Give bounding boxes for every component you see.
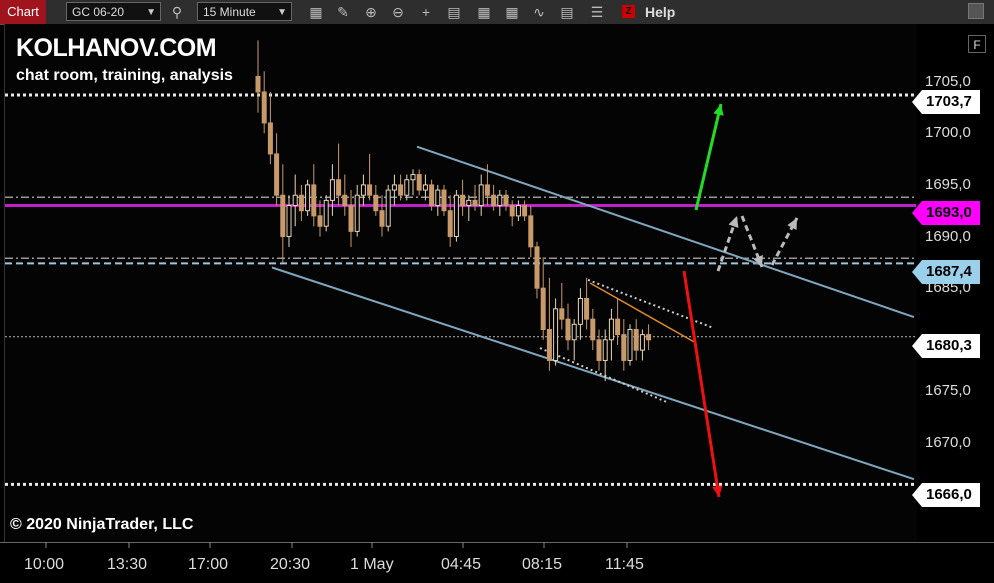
candle-body [559,308,565,320]
x-tick-label: 04:45 [441,556,482,573]
candle-body [292,194,298,207]
candle-body [336,179,342,196]
candle-body [615,318,621,336]
x-tick-label: 17:00 [188,556,229,573]
candlestick-chart [5,40,916,548]
candle-body [261,91,267,124]
candle-body [416,174,422,191]
f-button[interactable]: F [968,35,986,53]
y-tick-label: 1705,0 [925,72,971,90]
candle-body [274,153,280,196]
candle-body [596,339,602,361]
y-tick-label: 1700,0 [925,124,971,142]
candle-body [441,189,447,212]
brand-subtitle: chat room, training, analysis [16,67,233,84]
x-tick-label: 1 May [350,556,394,573]
candle-body [323,199,329,227]
y-tick-label: 1695,0 [925,175,971,193]
x-tick-label: 10:00 [24,556,65,573]
candle-body [646,334,652,341]
candle-body [422,184,428,191]
candle-body [385,189,391,227]
candle-body [565,318,571,341]
candle-body [391,184,397,191]
candle-body [410,174,416,181]
channel-line-1 [271,266,915,481]
candle-body [602,339,608,361]
red-arrow-shaft [682,270,721,498]
candle-body [453,194,459,238]
candle-body [621,334,627,361]
y-tick-label: 1675,0 [925,382,971,400]
gray-arrow-up-left-head [728,216,739,228]
brand-title: KOLHANOV.COM [16,34,217,62]
candle-body [503,194,509,207]
channel-line-0 [416,145,915,319]
candle-body [367,184,373,196]
candle-body [484,184,490,196]
candle-body [348,205,354,232]
candle-body [633,328,639,351]
price-marker-lower-target: 1666,0 [912,483,980,507]
candle-body [577,297,583,325]
candle-body [354,194,360,232]
candle-body [460,194,466,207]
candle-body [497,194,503,207]
candle-body [342,194,348,207]
candle-body [280,194,286,238]
candle-body [305,184,311,212]
candle-body [546,328,552,361]
candle-body [639,334,645,351]
candle-body [515,205,521,217]
x-tick-label: 13:30 [107,556,148,573]
candle-body [627,328,633,361]
candle-body [590,318,596,341]
candle-body [360,184,366,196]
candle-body [329,179,335,201]
candle-body [435,189,441,207]
price-marker-last-price: 1680,3 [912,334,980,358]
x-tick-label: 08:15 [522,556,563,573]
candle-body [379,210,385,227]
candle-body [429,184,435,207]
candle-body [373,194,379,212]
candle-body [478,184,484,207]
candle-body [466,199,472,207]
candle-body [571,323,577,341]
candle-body [404,179,410,196]
candle-body [447,210,453,238]
copyright-text: © 2020 NinjaTrader, LLC [10,516,194,533]
candle-body [608,318,614,341]
candle-body [509,205,515,217]
candle-body [584,297,590,320]
candle-body [298,194,304,212]
candle-body [267,122,273,155]
candle-body [528,215,534,248]
candle-body [255,75,261,93]
candle-body [317,215,323,227]
price-marker-dashed-level: 1687,4 [912,260,980,284]
price-marker-magenta-level: 1693,0 [912,201,980,225]
candle-body [540,287,546,330]
wedge-upper-dotted [587,278,713,329]
candle-body [553,308,559,361]
y-tick-label: 1670,0 [925,434,971,452]
candle-body [534,246,540,289]
candle-body [472,199,478,207]
y-tick-label: 1690,0 [925,227,971,245]
candle-body [398,184,404,196]
candle-body [491,194,497,207]
green-arrow-shaft [694,103,723,211]
x-tick-label: 11:45 [605,556,644,573]
candle-body [522,205,528,217]
candle-body [311,184,317,217]
candle-body [286,205,292,238]
price-marker-upper-target: 1703,7 [912,90,980,114]
x-tick-label: 20:30 [270,556,311,573]
